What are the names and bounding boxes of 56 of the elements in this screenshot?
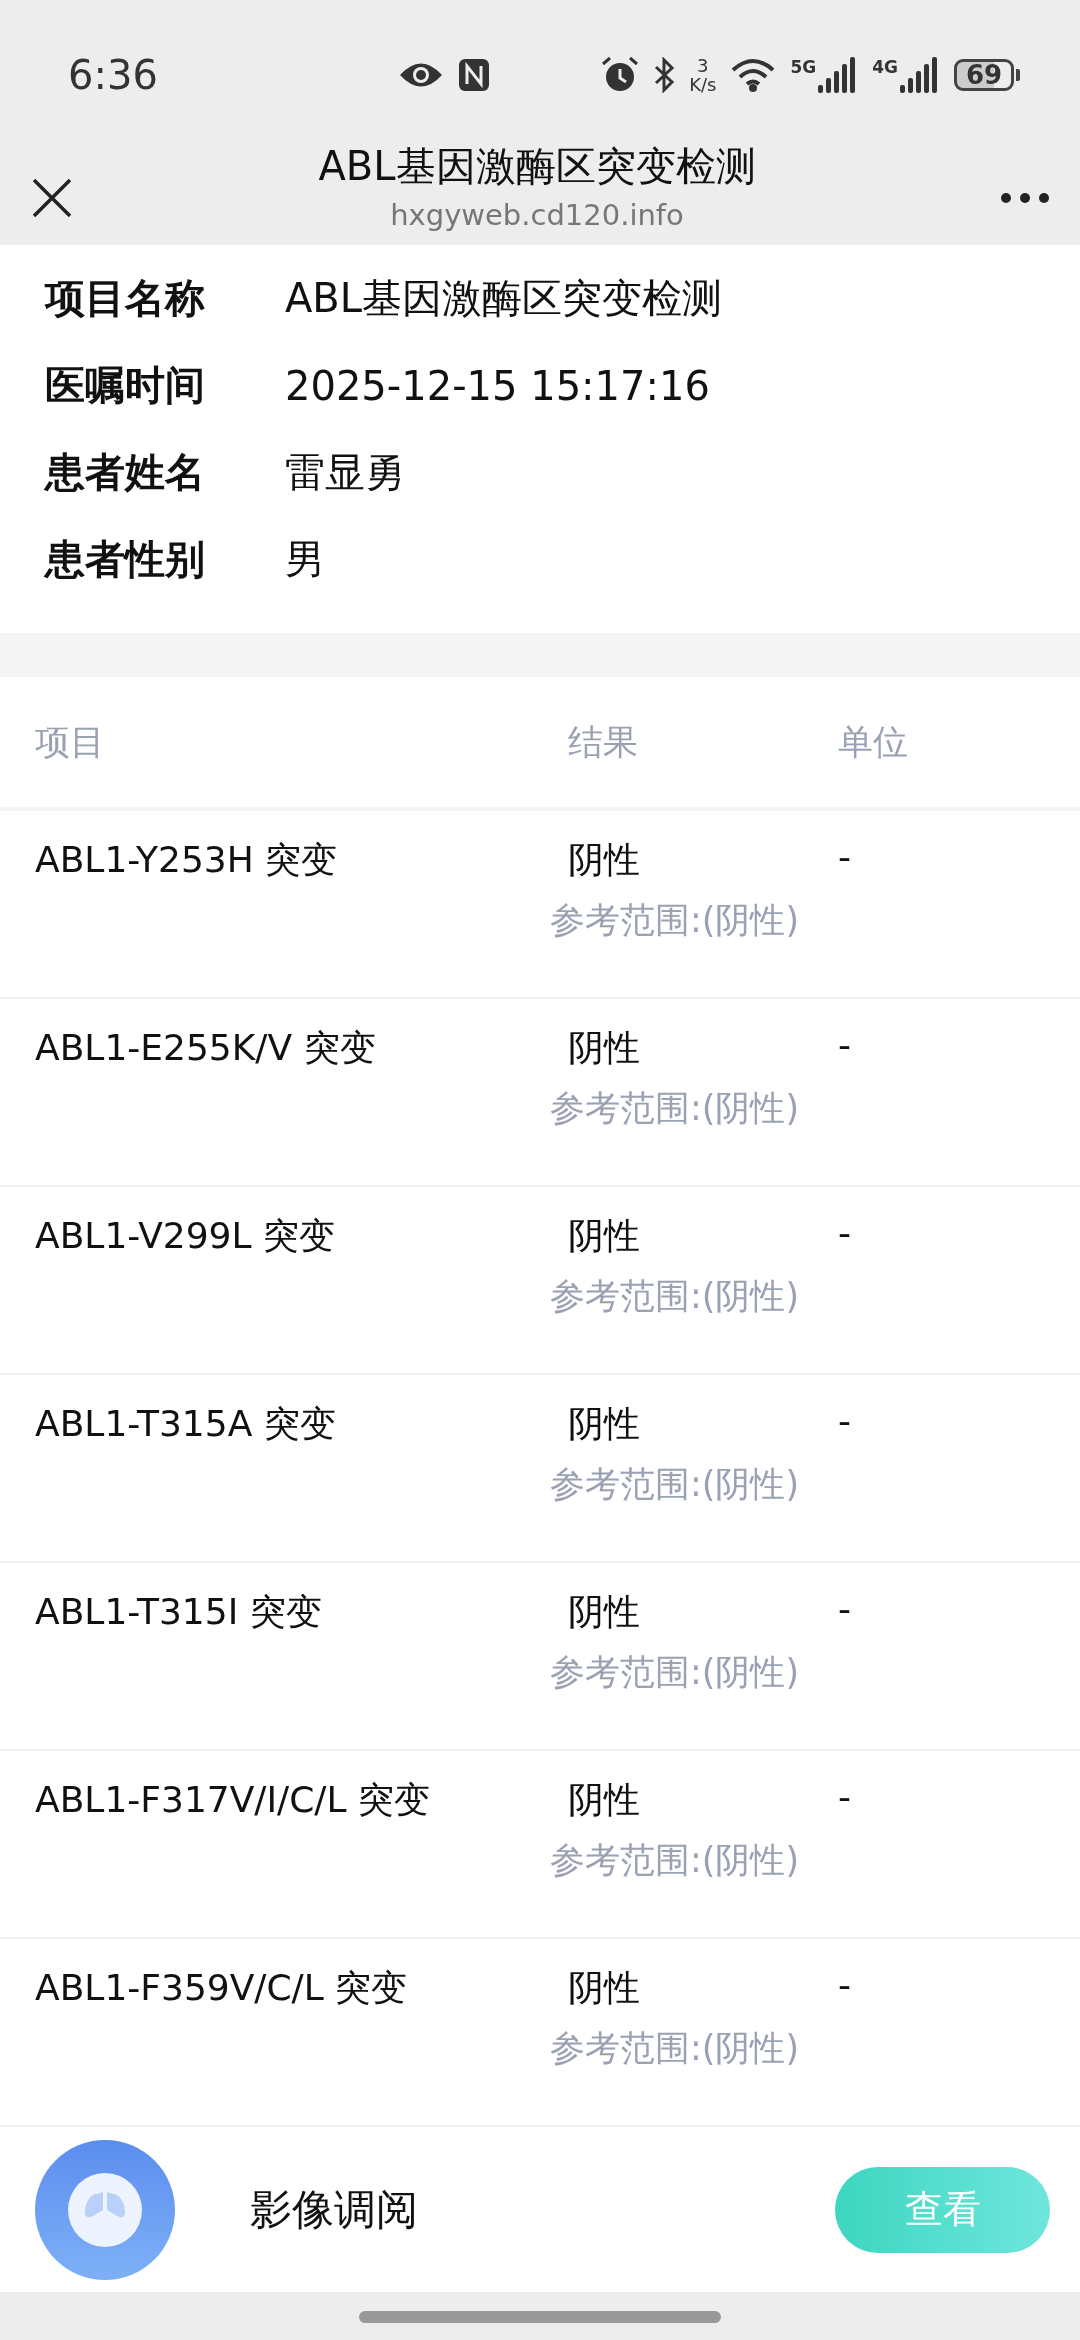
test-item-name: ABL1-T315I 突变 — [35, 1590, 323, 1634]
test-result: 阴性 — [567, 1966, 641, 2010]
reference-range: 参考范围:(阴性) — [550, 1087, 801, 1130]
test-result: 阴性 — [567, 1778, 641, 1822]
column-header: 结果 — [568, 720, 639, 764]
reference-range: 参考范围:(阴性) — [550, 2027, 801, 2070]
test-unit: - — [838, 1964, 851, 2007]
nfc-icon — [458, 58, 490, 92]
info-value: 男 — [285, 535, 325, 584]
test-item-name: ABL1-V299L 突变 — [35, 1214, 336, 1258]
page-url: hxgyweb.cd120.info — [390, 198, 684, 232]
reference-range: 参考范围:(阴性) — [550, 1463, 801, 1506]
reference-range: 参考范围:(阴性) — [550, 1651, 801, 1694]
alarm-icon — [601, 56, 640, 94]
info-label: 患者性别 — [45, 535, 206, 584]
test-result: 阴性 — [567, 1214, 641, 1258]
test-unit: - — [838, 1776, 851, 1819]
battery-level: 69 — [954, 59, 1014, 91]
test-unit: - — [838, 1400, 851, 1443]
info-value: 雷显勇 — [285, 448, 405, 497]
test-item-name: ABL1-F359V/C/L 突变 — [35, 1966, 409, 2010]
test-item-name: ABL1-T315A 突变 — [35, 1402, 337, 1446]
signal-icon — [900, 57, 940, 93]
test-unit: - — [838, 836, 851, 879]
speed-value: 3 — [697, 56, 709, 75]
info-label: 项目名称 — [45, 274, 206, 323]
speed-unit: K/s — [689, 75, 717, 94]
reference-range: 参考范围:(阴性) — [550, 1275, 801, 1318]
test-result: 阴性 — [567, 1590, 641, 1634]
test-result: 阴性 — [567, 1402, 641, 1446]
lungs-icon — [67, 2171, 143, 2248]
view-button[interactable]: 查看 — [835, 2166, 1050, 2253]
network-label: 5G — [790, 57, 817, 77]
test-unit: - — [838, 1588, 851, 1631]
reference-range: 参考范围:(阴性) — [550, 1839, 801, 1882]
clock-time: 6:36 — [68, 52, 159, 98]
column-header: 单位 — [838, 720, 908, 764]
more-button[interactable] — [1000, 191, 1050, 204]
info-label: 患者姓名 — [45, 448, 206, 497]
test-unit: - — [838, 1212, 851, 1255]
reference-range: 参考范围:(阴性) — [550, 899, 801, 942]
bluetooth-icon — [653, 57, 676, 93]
wifi-icon — [730, 58, 777, 92]
info-value: ABL基因激酶区突变检测 — [285, 274, 723, 323]
info-label: 医嘱时间 — [45, 361, 206, 410]
info-value: 2025-12-15 15:17:16 — [285, 362, 710, 409]
column-header: 项目 — [35, 720, 106, 764]
test-item-name: ABL1-E255K/V 突变 — [35, 1026, 377, 1070]
test-item-name: ABL1-Y253H 突变 — [35, 838, 339, 882]
network-label: 4G — [872, 57, 898, 77]
section-title: 影像调阅 — [250, 2183, 419, 2236]
test-result: 阴性 — [567, 1026, 641, 1070]
page-title: ABL基因激酶区突变检测 — [318, 142, 756, 191]
test-unit: - — [838, 1024, 851, 1067]
test-result: 阴性 — [567, 838, 641, 882]
test-item-name: ABL1-F317V/I/C/L 突变 — [35, 1778, 431, 1822]
